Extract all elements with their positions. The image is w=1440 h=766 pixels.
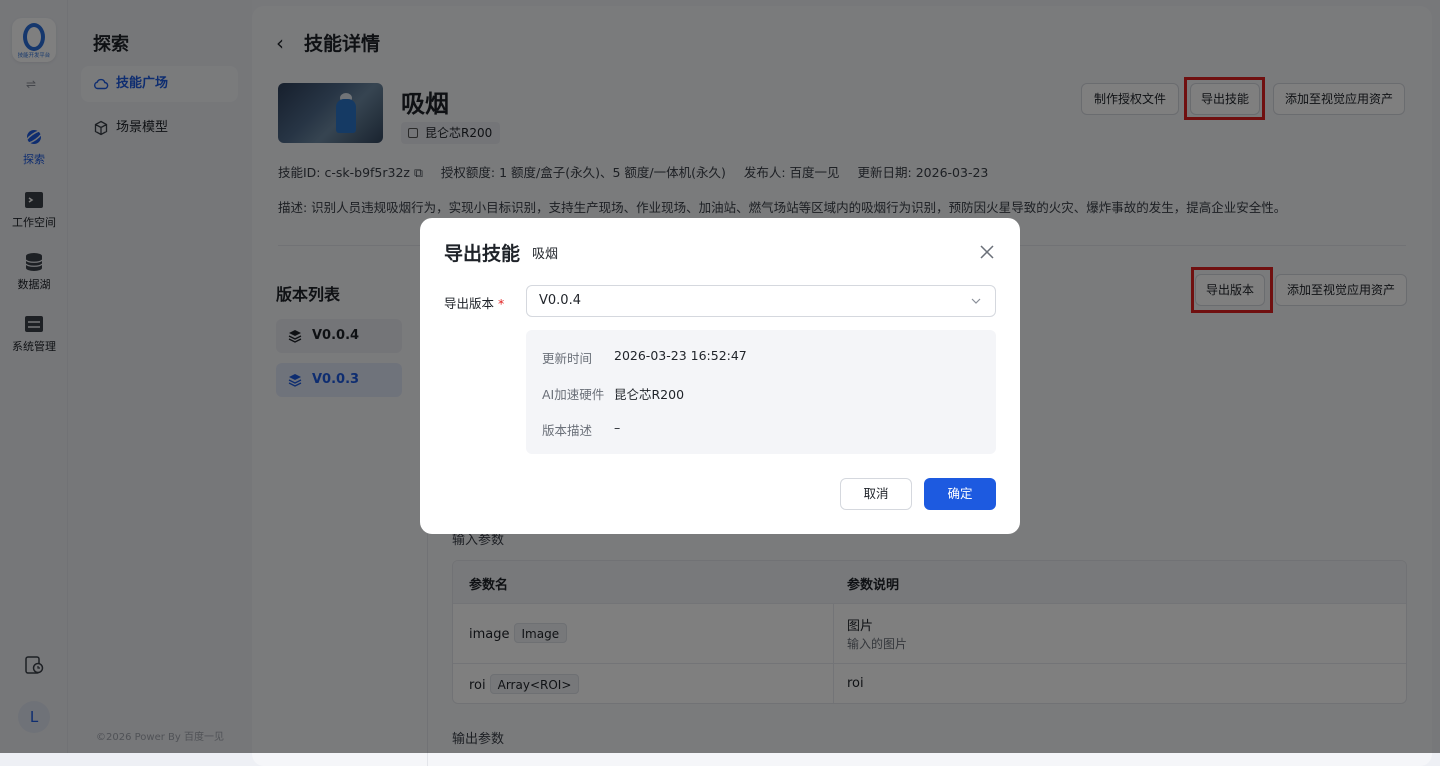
cancel-button[interactable]: 取消 [840, 478, 912, 510]
close-icon[interactable] [978, 243, 996, 261]
version-select[interactable]: V0.0.4 [526, 285, 996, 317]
dialog-title: 导出技能 [444, 243, 521, 265]
export-skill-dialog: 导出技能 吸烟 导出版本 * V0.0.4 更新时间 2026-03-23 16:… [420, 218, 1020, 534]
version-info-panel: 更新时间 2026-03-23 16:52:47 AI加速硬件 昆仑芯R200 … [526, 330, 996, 454]
confirm-button[interactable]: 确定 [924, 478, 996, 510]
chevron-down-icon [971, 298, 981, 304]
dialog-subtitle: 吸烟 [532, 247, 559, 262]
version-field-label: 导出版本 * [444, 296, 505, 311]
